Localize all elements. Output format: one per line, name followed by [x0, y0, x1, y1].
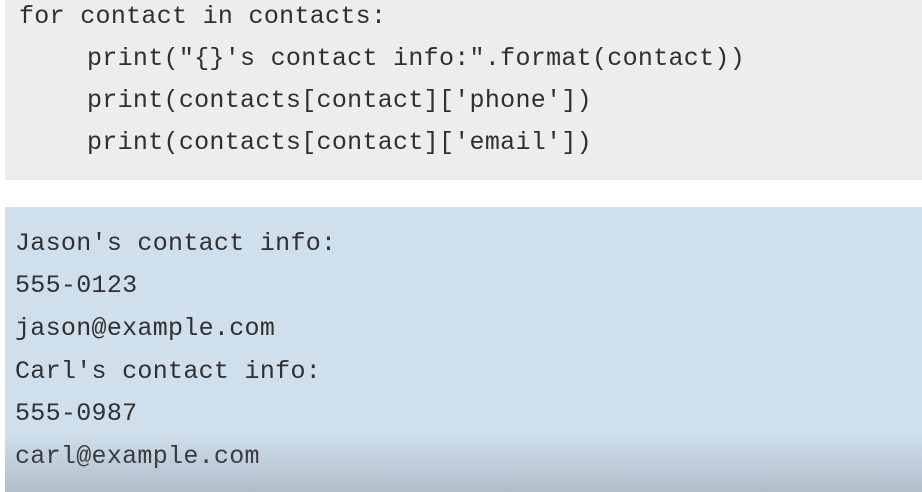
output-line: Jason's contact info:	[15, 229, 337, 258]
code-line: print(contacts[contact]['email'])	[87, 128, 592, 157]
code-line: print("{}'s contact info:".format(contac…	[87, 44, 746, 73]
output-line: Carl's contact info:	[15, 357, 322, 386]
output-line: 555-0987	[15, 399, 138, 428]
output-line: jason@example.com	[15, 314, 276, 343]
output-line: 555-0123	[15, 271, 138, 300]
code-line: print(contacts[contact]['phone'])	[87, 86, 592, 115]
code-line: for contact in contacts:	[19, 2, 387, 31]
code-block: for contact in contacts: print("{}'s con…	[5, 0, 922, 180]
output-line: carl@example.com	[15, 442, 260, 471]
output-block: Jason's contact info: 555-0123 jason@exa…	[5, 207, 922, 492]
